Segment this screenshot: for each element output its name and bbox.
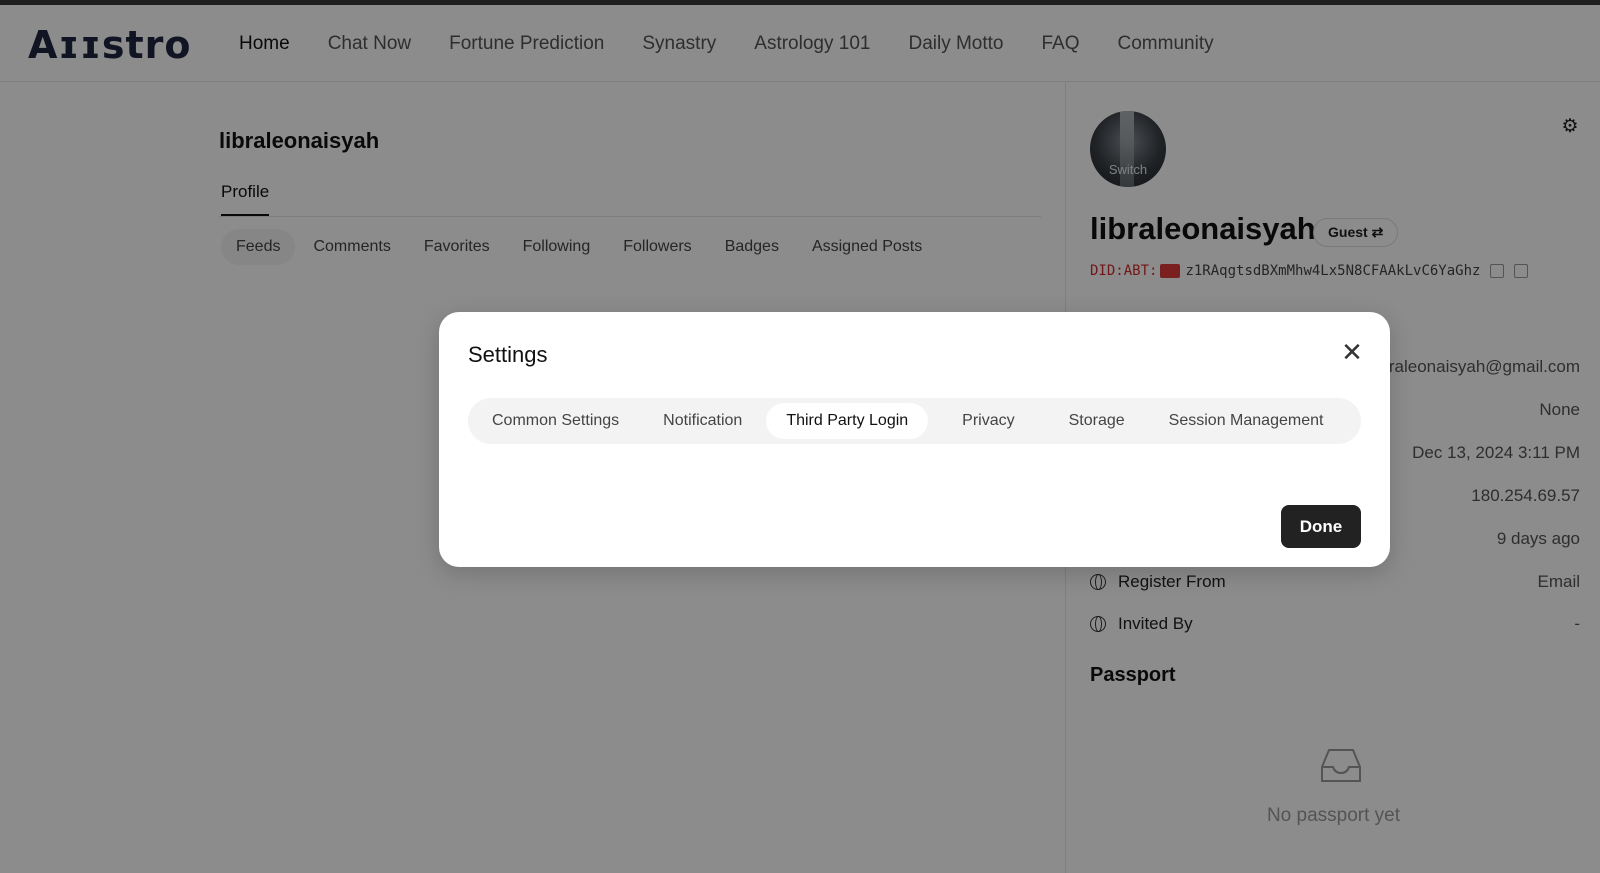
tab-storage[interactable]: Storage (1049, 403, 1145, 439)
settings-dialog: Settings ✕ Common Settings Notification … (439, 312, 1390, 567)
tab-common-settings[interactable]: Common Settings (472, 403, 639, 439)
tab-notification[interactable]: Notification (643, 403, 762, 439)
close-icon[interactable]: ✕ (1340, 339, 1364, 365)
dialog-title: Settings (468, 342, 548, 367)
done-button[interactable]: Done (1281, 505, 1361, 548)
tab-session-management[interactable]: Session Management (1149, 403, 1344, 439)
settings-tabs: Common Settings Notification Third Party… (468, 398, 1361, 444)
tab-third-party-login[interactable]: Third Party Login (766, 403, 929, 439)
tab-privacy[interactable]: Privacy (942, 403, 1034, 439)
